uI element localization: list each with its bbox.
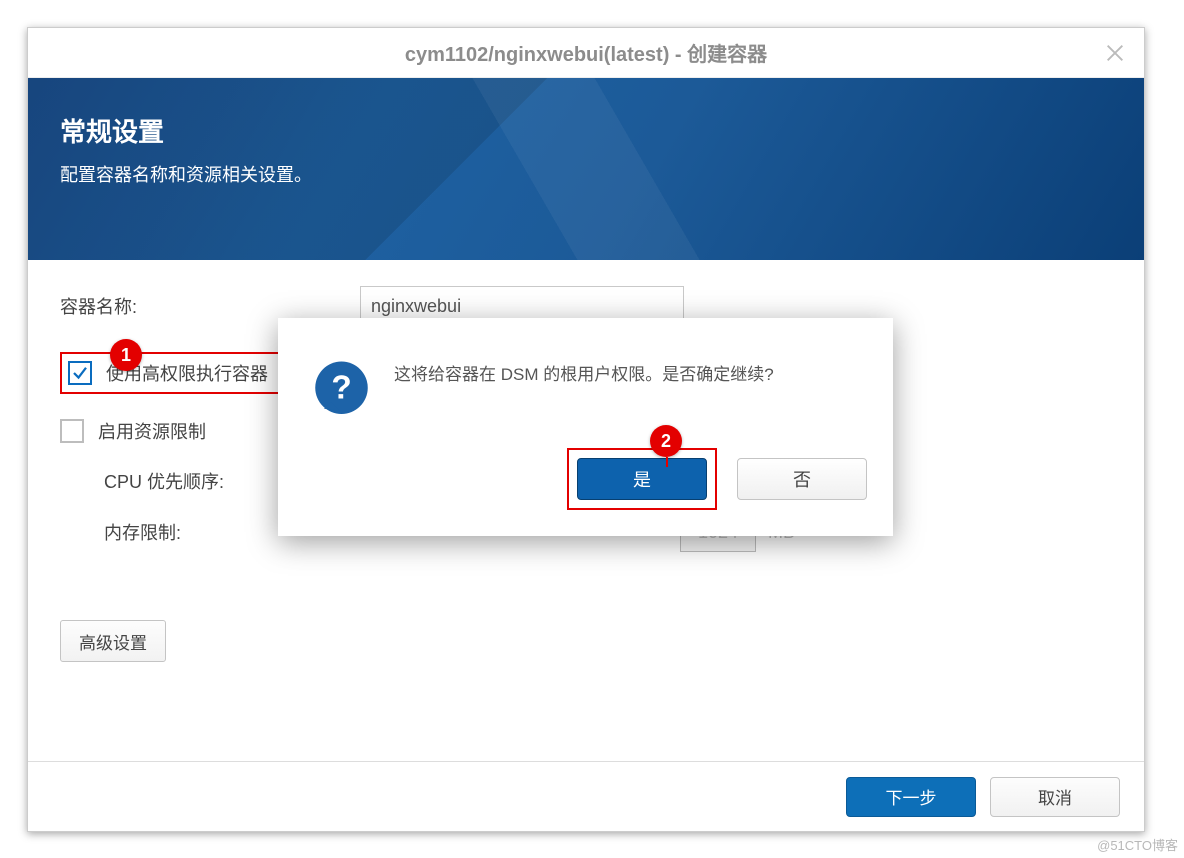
svg-text:?: ?: [331, 369, 351, 406]
titlebar: cym1102/nginxwebui(latest) - 创建容器: [28, 28, 1144, 78]
annotation-badge-1: 1: [110, 339, 142, 371]
container-name-label: 容器名称:: [60, 293, 360, 319]
next-button[interactable]: 下一步: [846, 777, 976, 817]
advanced-settings-button[interactable]: 高级设置: [60, 620, 166, 662]
banner: 常规设置 配置容器名称和资源相关设置。: [28, 78, 1144, 260]
annotation-line-2: [666, 457, 668, 467]
banner-subtitle: 配置容器名称和资源相关设置。: [60, 161, 1112, 187]
question-icon: ?: [306, 354, 384, 432]
confirm-message: 这将给容器在 DSM 的根用户权限。是否确定继续?: [394, 360, 774, 385]
window-title: cym1102/nginxwebui(latest) - 创建容器: [405, 38, 767, 67]
footer: 下一步 取消: [28, 761, 1144, 831]
confirm-modal: ? 这将给容器在 DSM 的根用户权限。是否确定继续? 是 否: [278, 318, 893, 536]
close-icon[interactable]: [1104, 42, 1126, 64]
high-priv-checkbox[interactable]: [68, 361, 92, 385]
confirm-yes-button[interactable]: 是: [577, 458, 707, 500]
high-priv-row[interactable]: 使用高权限执行容器: [60, 352, 292, 394]
confirm-no-button[interactable]: 否: [737, 458, 867, 500]
watermark: @51CTO博客: [1097, 835, 1178, 854]
banner-heading: 常规设置: [60, 112, 1112, 149]
resource-limit-label: 启用资源限制: [98, 418, 206, 444]
cancel-button[interactable]: 取消: [990, 777, 1120, 817]
annotation-badge-2: 2: [650, 425, 682, 457]
resource-limit-checkbox[interactable]: [60, 419, 84, 443]
